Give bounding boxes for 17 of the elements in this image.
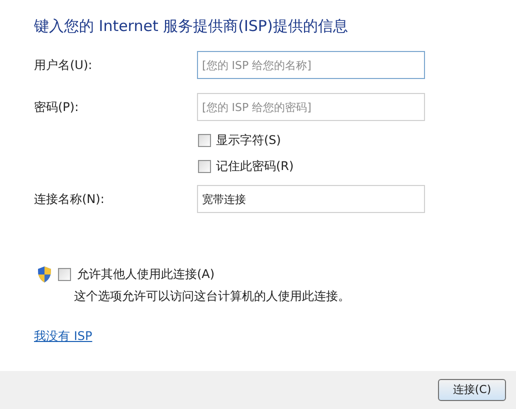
checkbox[interactable] [198, 134, 211, 146]
input-field[interactable]: [您的 ISP 给您的密码] [197, 93, 425, 121]
checkbox-label: 显示字符(S) [216, 132, 281, 149]
input-field[interactable]: [您的 ISP 给您的名称] [197, 51, 425, 79]
field-label: 用户名(U): [34, 57, 94, 74]
connect-button[interactable]: 连接(C) [438, 379, 506, 401]
checkbox[interactable] [58, 268, 71, 280]
checkbox[interactable] [198, 160, 211, 172]
no-isp-link[interactable]: 我没有 ISP [34, 327, 92, 345]
checkbox-label: 记住此密码(R) [216, 158, 294, 175]
page-title: 键入您的 Internet 服务提供商(ISP)提供的信息 [34, 16, 349, 36]
field-label: 密码(P): [34, 99, 80, 116]
shield-icon [37, 266, 52, 282]
checkbox-label: 允许其他人使用此连接(A) [77, 266, 215, 283]
option-description: 这个选项允许可以访问这台计算机的人使用此连接。 [74, 288, 351, 305]
input-field[interactable]: 宽带连接 [197, 185, 425, 213]
field-label: 连接名称(N): [34, 191, 106, 208]
